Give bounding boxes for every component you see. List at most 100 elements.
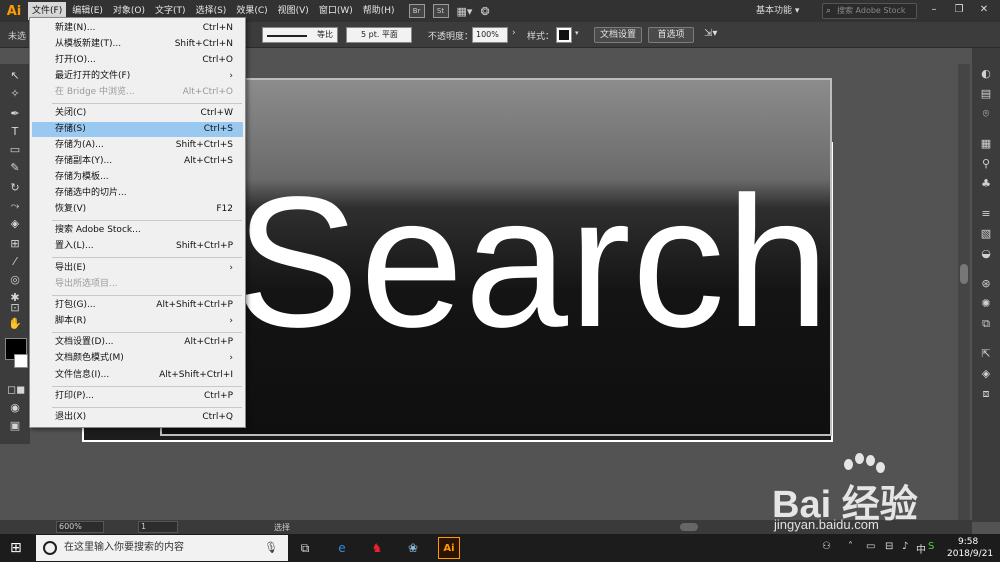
brushes-icon[interactable]: ⚲: [978, 156, 994, 172]
menu-separator: [52, 386, 242, 387]
stroke-panel-icon[interactable]: ≡: [978, 206, 994, 222]
menu-item-save-copy[interactable]: 存储副本(Y)... Alt+Ctrl+S: [32, 154, 243, 169]
menu-item-scripts[interactable]: 脚本(R) ›: [32, 314, 243, 329]
menu-item-package[interactable]: 打包(G)... Alt+Shift+Ctrl+P: [32, 298, 243, 313]
pen-tool-icon[interactable]: ✒: [7, 106, 23, 122]
magic-wand-icon[interactable]: ✧: [7, 86, 23, 102]
appearance-icon[interactable]: ⊛: [978, 276, 994, 292]
image-trace-icon[interactable]: ⧉: [978, 316, 994, 332]
opacity-input[interactable]: 100%: [472, 27, 508, 43]
tools-panel: ↖ ✧ ✒ T ▭ ✎ ↻ ⤳ ◈ ⊞ ⁄ ◎ ✱ ⊡ ✋ ◻◼ ◉ ▣: [0, 64, 30, 444]
arrange-documents-icon[interactable]: ▦▾: [457, 5, 473, 18]
menu-item-document-setup[interactable]: 文档设置(D)... Alt+Ctrl+P: [32, 335, 243, 350]
task-view-icon[interactable]: ⧉: [294, 537, 316, 559]
menu-item-export[interactable]: 导出(E) ›: [32, 261, 243, 276]
graphic-styles-icon[interactable]: ✺: [978, 296, 994, 312]
sogou-icon[interactable]: S: [928, 541, 934, 552]
ime-icon[interactable]: 中: [916, 541, 926, 556]
layers-icon[interactable]: ◈: [978, 366, 994, 382]
menu-window[interactable]: 窗口(W): [315, 2, 357, 20]
clock-time[interactable]: 9:58: [958, 537, 978, 547]
menu-item-new[interactable]: 新建(N)... Ctrl+N: [32, 21, 243, 36]
people-icon[interactable]: ⚇: [822, 541, 831, 552]
menu-item-save-selected-slices[interactable]: 存储选中的切片...: [32, 186, 243, 201]
artboard-number-field[interactable]: 1: [138, 521, 178, 533]
opacity-arrow-icon[interactable]: ›: [512, 28, 516, 38]
libraries-icon[interactable]: ⌾: [978, 106, 994, 122]
microphone-icon[interactable]: 🎙: [264, 535, 278, 561]
volume-icon[interactable]: ♪: [902, 541, 908, 552]
brush-definition-select[interactable]: 5 pt. 平面: [346, 27, 412, 43]
rotate-tool-icon[interactable]: ↻: [7, 180, 23, 196]
align-icon[interactable]: ⇲▾: [704, 28, 717, 39]
menu-item-new-from-template[interactable]: 从模板新建(T)... Shift+Ctrl+N: [32, 37, 243, 52]
paintbrush-icon[interactable]: ✎: [7, 160, 23, 176]
swatches-icon[interactable]: ▦: [978, 136, 994, 152]
menu-item-close[interactable]: 关闭(C) Ctrl+W: [32, 106, 243, 121]
menu-item-exit[interactable]: 退出(X) Ctrl+Q: [32, 410, 243, 425]
chevron-down-icon[interactable]: ▾: [575, 29, 579, 37]
edge-browser-icon[interactable]: e: [331, 537, 353, 559]
menu-item-search-adobe-stock[interactable]: 搜索 Adobe Stock...: [32, 223, 243, 238]
stock-search-input[interactable]: ⌕ 搜索 Adobe Stock: [822, 3, 917, 19]
document-setup-button[interactable]: 文档设置: [594, 27, 642, 43]
windows-start-icon[interactable]: ⊞: [10, 540, 26, 556]
taskbar-search-input[interactable]: 在这里输入你要搜索的内容 🎙: [36, 535, 288, 561]
gpu-performance-icon[interactable]: ❂: [480, 5, 489, 18]
color-panel-icon[interactable]: ◐: [978, 66, 994, 82]
menu-item-print[interactable]: 打印(P)... Ctrl+P: [32, 389, 243, 404]
preferences-button[interactable]: 首选项: [648, 27, 694, 43]
hand-tool-icon[interactable]: ✋: [7, 316, 23, 332]
menu-help[interactable]: 帮助(H): [359, 2, 399, 20]
minimize-icon[interactable]: –: [925, 2, 943, 18]
menu-separator: [52, 220, 242, 221]
selection-tool-icon[interactable]: ↖: [7, 68, 23, 84]
menu-item-open-recent[interactable]: 最近打开的文件(F) ›: [32, 69, 243, 84]
transparency-icon[interactable]: ◒: [978, 246, 994, 262]
blend-tool-icon[interactable]: ◎: [7, 272, 23, 288]
bridge-icon[interactable]: Br: [408, 4, 425, 18]
illustrator-taskbar-icon[interactable]: Ai: [438, 537, 460, 559]
color-guide-icon[interactable]: ▤: [978, 86, 994, 102]
horizontal-scrollbar[interactable]: [680, 523, 698, 531]
chevron-up-icon[interactable]: ˄: [848, 541, 853, 552]
menu-item-save-as[interactable]: 存储为(A)... Shift+Ctrl+S: [32, 138, 243, 153]
color-mode-icon[interactable]: ◻◼: [7, 382, 25, 398]
app-icon[interactable]: ❀: [402, 537, 424, 559]
gradient-panel-icon[interactable]: ▧: [978, 226, 994, 242]
artboards-panel-icon[interactable]: ⧈: [978, 386, 994, 402]
close-icon[interactable]: ✕: [975, 2, 993, 18]
mesh-tool-icon[interactable]: ⊞: [7, 236, 23, 252]
symbols-icon[interactable]: ♣: [978, 176, 994, 192]
drawing-mode-icon[interactable]: ◉: [7, 400, 23, 416]
restore-icon[interactable]: ❐: [950, 2, 968, 18]
eyedropper-icon[interactable]: ⁄: [7, 254, 23, 270]
workspace-switcher[interactable]: 基本功能 ▾: [752, 3, 803, 19]
menu-item-place[interactable]: 置入(L)... Shift+Ctrl+P: [32, 239, 243, 254]
qq-icon[interactable]: ♞: [366, 537, 388, 559]
artboard-tool-icon[interactable]: ⊡: [7, 300, 23, 316]
menu-item-save-as-template[interactable]: 存储为模板...: [32, 170, 243, 185]
zoom-level-field[interactable]: 600%: [56, 521, 104, 533]
menu-item-save[interactable]: 存储(S) Ctrl+S: [32, 122, 243, 137]
menu-item-revert[interactable]: 恢复(V) F12: [32, 202, 243, 217]
menu-view[interactable]: 视图(V): [274, 2, 313, 20]
rectangle-tool-icon[interactable]: ▭: [7, 142, 23, 158]
width-tool-icon[interactable]: ⤳: [7, 198, 23, 214]
asset-export-icon[interactable]: ⇱: [978, 346, 994, 362]
network-icon[interactable]: ⊟: [885, 541, 893, 552]
clock-date[interactable]: 2018/9/21: [947, 549, 993, 559]
screen-mode-icon[interactable]: ▣: [7, 418, 23, 434]
stroke-color-swatch[interactable]: [14, 354, 28, 368]
menu-item-document-color-mode[interactable]: 文档颜色模式(M) ›: [32, 351, 243, 366]
menu-item-open[interactable]: 打开(O)... Ctrl+O: [32, 53, 243, 68]
menu-item-file-info[interactable]: 文件信息(I)... Alt+Shift+Ctrl+I: [32, 368, 243, 383]
stroke-profile-select[interactable]: 等比: [262, 27, 338, 43]
type-tool-icon[interactable]: T: [7, 124, 23, 140]
shape-builder-icon[interactable]: ◈: [7, 216, 23, 232]
style-swatch[interactable]: [556, 27, 572, 43]
battery-icon[interactable]: ▭: [866, 541, 875, 552]
search-button-text[interactable]: Search: [235, 170, 830, 356]
vertical-scrollbar[interactable]: [958, 64, 970, 522]
stock-icon[interactable]: St: [432, 4, 449, 18]
